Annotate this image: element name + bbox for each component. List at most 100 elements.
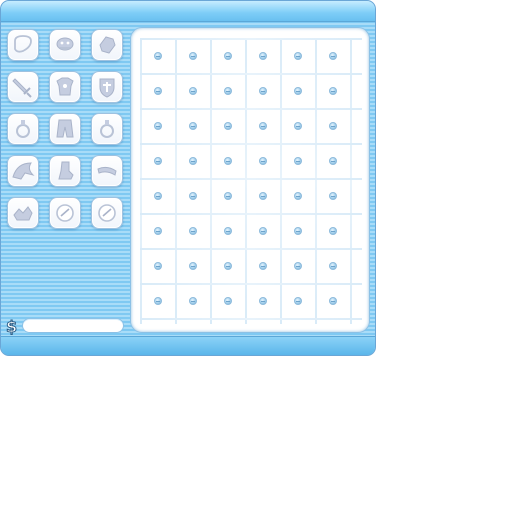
wings-slot[interactable]	[7, 155, 39, 187]
helmet-slot[interactable]	[49, 29, 81, 61]
pants-icon	[56, 119, 74, 138]
orb-slot-right[interactable]	[91, 197, 123, 229]
glove-slot[interactable]	[91, 29, 123, 61]
empty-slot-icon	[329, 122, 337, 130]
empty-slot-icon	[259, 87, 267, 95]
inventory-slot[interactable]	[281, 109, 316, 144]
empty-slot-icon	[224, 227, 232, 235]
empty-slot-icon	[329, 262, 337, 270]
empty-slot-icon	[154, 192, 162, 200]
inventory-slot[interactable]	[246, 39, 281, 74]
inventory-slot[interactable]	[246, 144, 281, 179]
inventory-slot[interactable]	[281, 144, 316, 179]
pet-slot[interactable]	[7, 197, 39, 229]
inventory-slot[interactable]	[316, 214, 351, 249]
inventory-slot[interactable]	[316, 109, 351, 144]
inventory-slot[interactable]	[281, 39, 316, 74]
bottom-bar	[1, 336, 375, 355]
inventory-grid-panel	[130, 27, 370, 333]
inventory-slot[interactable]	[316, 144, 351, 179]
inventory-slot[interactable]	[176, 214, 211, 249]
inventory-slot[interactable]	[246, 179, 281, 214]
empty-slot-icon	[224, 157, 232, 165]
inventory-slot[interactable]	[246, 74, 281, 109]
inventory-slot[interactable]	[316, 39, 351, 74]
inventory-slot[interactable]	[281, 214, 316, 249]
orb-icon	[98, 204, 116, 222]
empty-slot-icon	[154, 297, 162, 305]
inventory-slot[interactable]	[141, 214, 176, 249]
inventory-slot[interactable]	[316, 179, 351, 214]
empty-slot-icon	[154, 227, 162, 235]
empty-slot-icon	[259, 52, 267, 60]
glove-icon	[99, 36, 116, 54]
inventory-slot[interactable]	[176, 284, 211, 319]
inventory-slot[interactable]	[141, 109, 176, 144]
pants-slot[interactable]	[49, 113, 81, 145]
inventory-slot[interactable]	[211, 144, 246, 179]
empty-slot-icon	[224, 52, 232, 60]
inventory-slot[interactable]	[316, 249, 351, 284]
inventory-slot[interactable]	[211, 74, 246, 109]
shield-slot[interactable]	[91, 71, 123, 103]
inventory-slot[interactable]	[141, 179, 176, 214]
necklace-slot[interactable]	[7, 29, 39, 61]
inventory-slot[interactable]	[246, 249, 281, 284]
inventory-slot[interactable]	[176, 144, 211, 179]
inventory-slot[interactable]	[141, 249, 176, 284]
weapon-slot[interactable]	[7, 71, 39, 103]
inventory-slot[interactable]	[176, 109, 211, 144]
inventory-slot[interactable]	[281, 74, 316, 109]
inventory-slot[interactable]	[246, 284, 281, 319]
empty-slot-icon	[259, 262, 267, 270]
empty-slot-icon	[154, 122, 162, 130]
inventory-slot[interactable]	[211, 109, 246, 144]
empty-slot-icon	[294, 87, 302, 95]
belt-slot[interactable]	[91, 155, 123, 187]
empty-slot-icon	[259, 122, 267, 130]
title-bar[interactable]	[1, 1, 375, 22]
empty-slot-icon	[259, 157, 267, 165]
empty-slot-icon	[294, 297, 302, 305]
inventory-slot[interactable]	[211, 249, 246, 284]
inventory-slot[interactable]	[141, 74, 176, 109]
orb-slot-left[interactable]	[49, 197, 81, 229]
ring-slot-left[interactable]	[7, 113, 39, 145]
armor-slot[interactable]	[49, 71, 81, 103]
empty-slot-icon	[294, 52, 302, 60]
inventory-slot[interactable]	[211, 214, 246, 249]
equipment-panel	[5, 27, 127, 235]
empty-slot-icon	[329, 87, 337, 95]
boots-slot[interactable]	[49, 155, 81, 187]
shield-icon	[99, 78, 115, 98]
inventory-slot[interactable]	[211, 284, 246, 319]
inventory-slot[interactable]	[176, 249, 211, 284]
inventory-slot[interactable]	[141, 39, 176, 74]
inventory-slot[interactable]	[141, 144, 176, 179]
empty-slot-icon	[154, 157, 162, 165]
inventory-slot[interactable]	[176, 179, 211, 214]
inventory-slot[interactable]	[246, 214, 281, 249]
empty-slot-icon	[329, 52, 337, 60]
ring-slot-right[interactable]	[91, 113, 123, 145]
empty-slot-icon	[259, 192, 267, 200]
inventory-slot[interactable]	[316, 74, 351, 109]
ring-icon	[16, 120, 30, 138]
inventory-slot[interactable]	[176, 39, 211, 74]
inventory-slot[interactable]	[176, 74, 211, 109]
inventory-slot[interactable]	[281, 249, 316, 284]
empty-slot-icon	[224, 297, 232, 305]
inventory-slot[interactable]	[246, 109, 281, 144]
armor-icon	[56, 77, 74, 96]
inventory-slot[interactable]	[211, 179, 246, 214]
money-icon: $	[6, 317, 18, 335]
inventory-slot[interactable]	[141, 284, 176, 319]
empty-slot-icon	[224, 262, 232, 270]
inventory-slot[interactable]	[281, 179, 316, 214]
boots-icon	[58, 161, 74, 180]
inventory-slot[interactable]	[211, 39, 246, 74]
empty-slot-icon	[189, 192, 197, 200]
inventory-slot[interactable]	[281, 284, 316, 319]
wings-icon	[12, 162, 35, 180]
inventory-slot[interactable]	[316, 284, 351, 319]
